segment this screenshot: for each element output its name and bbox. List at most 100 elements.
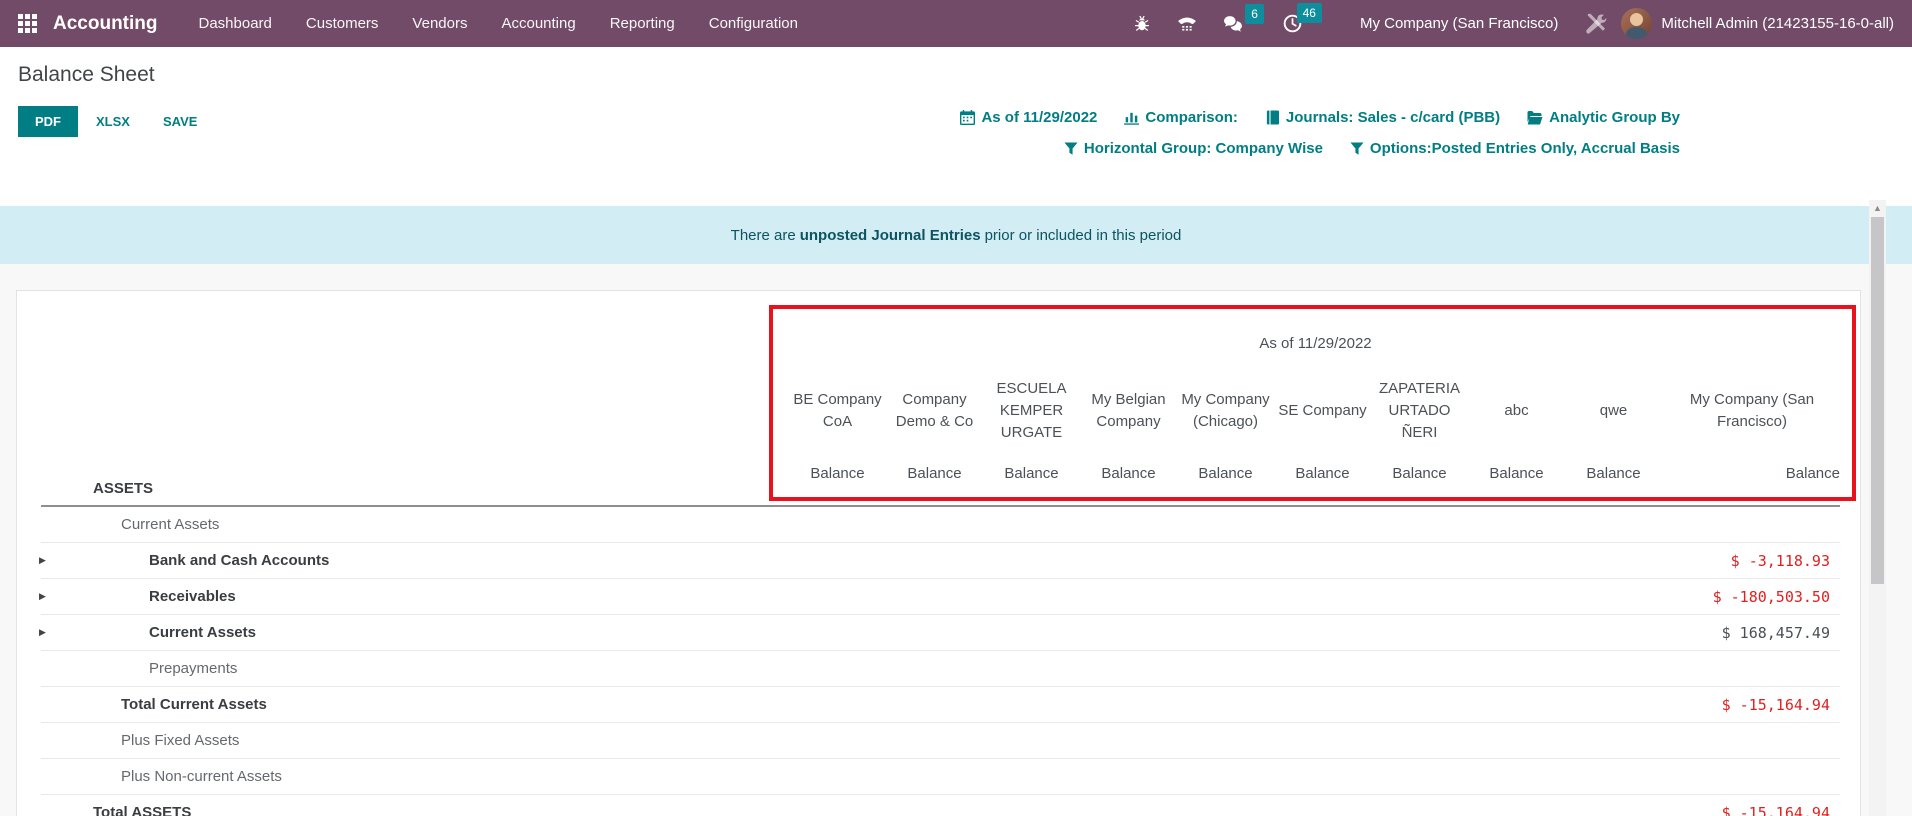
column-company-name: qwe bbox=[1565, 356, 1662, 465]
filter-chip[interactable]: As of 11/29/2022 bbox=[960, 109, 1097, 126]
report-row: Current Assets bbox=[41, 507, 1840, 543]
column-company-name: ZAPATERIA URTADO ÑERI bbox=[1371, 356, 1468, 465]
control-panel: Balance Sheet PDF XLSX SAVE As of 11/29/… bbox=[0, 47, 1912, 206]
report-row: Total Current Assets $ -15,164.94 bbox=[41, 687, 1840, 723]
report-rows: ASSETS Current Assets ▶ Bank and Cash Ac… bbox=[41, 471, 1840, 816]
vertical-scrollbar[interactable]: ▲ bbox=[1869, 200, 1886, 816]
xlsx-button[interactable]: XLSX bbox=[96, 106, 130, 137]
navbar-right: 6 46 My Company (San Francisco) Mitchell… bbox=[1120, 8, 1894, 39]
nav-menu: DashboardCustomersVendorsAccountingRepor… bbox=[182, 1, 815, 46]
filter-chip[interactable]: Analytic Group By bbox=[1527, 109, 1680, 126]
nav-menu-vendors[interactable]: Vendors bbox=[395, 1, 484, 46]
dev-tools-button[interactable] bbox=[1582, 9, 1611, 38]
nav-menu-configuration[interactable]: Configuration bbox=[692, 1, 815, 46]
report-row: Plus Fixed Assets bbox=[41, 723, 1840, 759]
grid-icon bbox=[18, 14, 37, 33]
column-company-name: My Company (San Francisco) bbox=[1662, 356, 1842, 465]
report-row-label: Total Current Assets bbox=[41, 696, 267, 713]
tools-icon bbox=[1586, 13, 1607, 34]
scrollbar-thumb[interactable] bbox=[1871, 217, 1884, 584]
journal-book-icon bbox=[1265, 110, 1280, 125]
filter-chip[interactable]: Journals: Sales - c/card (PBB) bbox=[1265, 109, 1500, 126]
balance-sheet-card: As of 11/29/2022 BE Company CoA Balance … bbox=[16, 290, 1861, 816]
report-row[interactable]: ▶ Bank and Cash Accounts $ -3,118.93 bbox=[41, 543, 1840, 579]
filter-label: Horizontal Group: Company Wise bbox=[1084, 140, 1323, 157]
column-company-name: My Company (Chicago) bbox=[1177, 356, 1274, 465]
report-row[interactable]: ▶ Receivables $ -180,503.50 bbox=[41, 579, 1840, 615]
report-filters: As of 11/29/2022 Comparison: Journals: S… bbox=[960, 109, 1680, 171]
company-switcher[interactable]: My Company (San Francisco) bbox=[1360, 15, 1558, 32]
filter-label: Analytic Group By bbox=[1549, 109, 1680, 126]
app-name[interactable]: Accounting bbox=[53, 13, 158, 35]
report-row-label: Total ASSETS bbox=[41, 804, 191, 816]
report-row-label: Prepayments bbox=[41, 660, 237, 677]
report-row-value: $ -15,164.94 bbox=[1722, 696, 1830, 714]
unposted-entries-banner: There are unposted Journal Entries prior… bbox=[0, 206, 1912, 264]
messages-count-badge: 6 bbox=[1245, 4, 1264, 24]
filter-icon bbox=[1350, 142, 1364, 156]
nav-menu-accounting[interactable]: Accounting bbox=[484, 1, 592, 46]
nav-menu-dashboard[interactable]: Dashboard bbox=[182, 1, 289, 46]
user-name: Mitchell Admin (21423155-16-0-all) bbox=[1661, 15, 1894, 32]
messages-button[interactable]: 6 bbox=[1219, 11, 1248, 37]
column-company-name: BE Company CoA bbox=[789, 356, 886, 465]
page-title: Balance Sheet bbox=[18, 63, 155, 87]
report-row-label: Plus Non-current Assets bbox=[41, 768, 282, 785]
apps-menu-button[interactable] bbox=[10, 8, 45, 39]
report-row-label: ASSETS bbox=[41, 480, 153, 497]
column-company-name: SE Company bbox=[1274, 356, 1371, 465]
filter-chip[interactable]: Horizontal Group: Company Wise bbox=[1064, 140, 1323, 157]
bar-chart-icon bbox=[1124, 110, 1139, 125]
pdf-button[interactable]: PDF bbox=[18, 106, 78, 137]
filter-label: As of 11/29/2022 bbox=[981, 109, 1097, 126]
caret-right-icon[interactable]: ▶ bbox=[39, 591, 46, 602]
column-company-name: ESCUELA KEMPER URGATE bbox=[983, 356, 1080, 465]
report-row-label: Current Assets bbox=[41, 624, 256, 641]
nav-menu-customers[interactable]: Customers bbox=[289, 1, 396, 46]
save-button[interactable]: SAVE bbox=[163, 106, 197, 137]
report-row-value: $ -3,118.93 bbox=[1731, 552, 1830, 570]
phone-icon bbox=[1177, 15, 1197, 33]
filter-chip[interactable]: Comparison: bbox=[1124, 109, 1238, 126]
user-menu[interactable]: Mitchell Admin (21423155-16-0-all) bbox=[1621, 8, 1894, 39]
filter-icon bbox=[1064, 142, 1078, 156]
report-row: ASSETS bbox=[41, 471, 1840, 507]
activities-button[interactable]: 46 bbox=[1279, 10, 1306, 37]
report-row-value: $ 168,457.49 bbox=[1722, 624, 1830, 642]
voip-phone-button[interactable] bbox=[1173, 11, 1201, 37]
top-navbar: Accounting DashboardCustomersVendorsAcco… bbox=[0, 0, 1912, 47]
banner-text-bold: unposted Journal Entries bbox=[800, 227, 981, 244]
filter-label: Comparison: bbox=[1145, 109, 1238, 126]
bug-icon bbox=[1133, 15, 1151, 33]
chat-icon bbox=[1223, 15, 1244, 33]
report-row[interactable]: ▶ Current Assets $ 168,457.49 bbox=[41, 615, 1840, 651]
calendar-icon bbox=[960, 110, 975, 125]
filters-row-1: As of 11/29/2022 Comparison: Journals: S… bbox=[960, 109, 1680, 126]
folder-open-icon bbox=[1527, 111, 1543, 125]
filters-row-2: Horizontal Group: Company Wise Options:P… bbox=[960, 140, 1680, 157]
report-row-label: Receivables bbox=[41, 588, 236, 605]
user-avatar bbox=[1621, 8, 1652, 39]
scroll-up-arrow-icon[interactable]: ▲ bbox=[1869, 200, 1886, 216]
filter-chip[interactable]: Options:Posted Entries Only, Accrual Bas… bbox=[1350, 140, 1680, 157]
report-row: Plus Non-current Assets bbox=[41, 759, 1840, 795]
report-action-buttons: PDF XLSX SAVE bbox=[18, 106, 230, 137]
column-company-name: abc bbox=[1468, 356, 1565, 465]
banner-text-suffix: prior or included in this period bbox=[985, 227, 1182, 244]
filter-label: Options:Posted Entries Only, Accrual Bas… bbox=[1370, 140, 1680, 157]
report-row-value: $ -180,503.50 bbox=[1713, 588, 1830, 606]
report-row: Total ASSETS $ -15,164.94 bbox=[41, 795, 1840, 816]
report-row-label: Plus Fixed Assets bbox=[41, 732, 239, 749]
activities-count-badge: 46 bbox=[1297, 3, 1322, 23]
caret-right-icon[interactable]: ▶ bbox=[39, 627, 46, 638]
navbar-left: Accounting DashboardCustomersVendorsAcco… bbox=[10, 1, 815, 46]
period-header: As of 11/29/2022 bbox=[789, 335, 1842, 352]
nav-menu-reporting[interactable]: Reporting bbox=[593, 1, 692, 46]
report-row-label: Current Assets bbox=[41, 516, 219, 533]
filter-label: Journals: Sales - c/card (PBB) bbox=[1286, 109, 1500, 126]
report-row: Prepayments bbox=[41, 651, 1840, 687]
column-company-name: Company Demo & Co bbox=[886, 356, 983, 465]
debug-bug-button[interactable] bbox=[1129, 11, 1155, 37]
caret-right-icon[interactable]: ▶ bbox=[39, 555, 46, 566]
banner-text-prefix: There are bbox=[731, 227, 796, 244]
